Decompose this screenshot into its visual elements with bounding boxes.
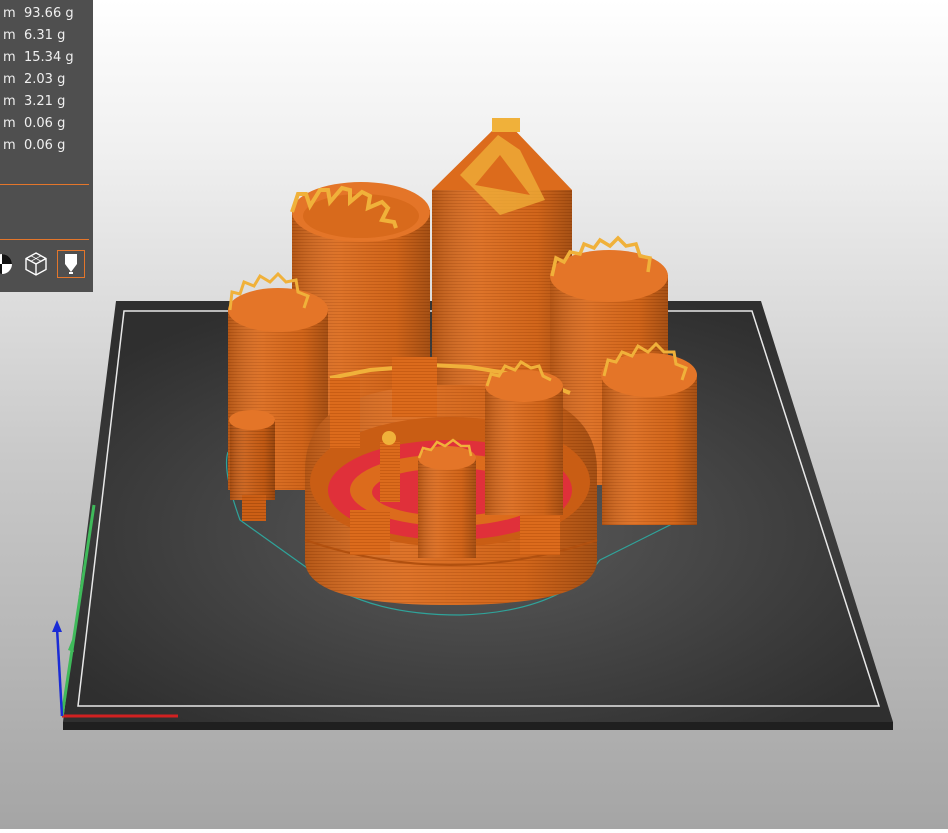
divider bbox=[0, 184, 89, 185]
divider bbox=[0, 239, 89, 240]
sliced-info-panel: m 93.66 g m 6.31 g m 15.34 g m 2.03 g m … bbox=[0, 0, 93, 292]
length-unit: m bbox=[3, 138, 16, 153]
length-unit: m bbox=[3, 72, 16, 87]
stats-row: m 6.31 g bbox=[0, 25, 93, 47]
length-unit: m bbox=[3, 28, 16, 43]
wireframe-cube-icon[interactable] bbox=[22, 250, 50, 278]
tower-inner-right bbox=[485, 360, 563, 515]
tower-far-right bbox=[601, 341, 697, 525]
half-circle-icon[interactable] bbox=[0, 250, 16, 278]
stats-row: m 93.66 g bbox=[0, 3, 93, 25]
stats-row: m 2.03 g bbox=[0, 69, 93, 91]
stats-row: m 0.06 g bbox=[0, 113, 93, 135]
3d-viewport[interactable] bbox=[0, 0, 948, 829]
length-unit: m bbox=[3, 50, 16, 65]
length-unit: m bbox=[3, 6, 16, 21]
weight-value: 0.06 g bbox=[24, 116, 66, 131]
stats-row: m 3.21 g bbox=[0, 91, 93, 113]
stats-row: m 0.06 g bbox=[0, 135, 93, 157]
stats-row: m 15.34 g bbox=[0, 47, 93, 69]
weight-value: 3.21 g bbox=[24, 94, 66, 109]
weight-value: 15.34 g bbox=[24, 50, 74, 65]
weight-value: 6.31 g bbox=[24, 28, 66, 43]
z-axis bbox=[55, 627, 64, 717]
weight-value: 93.66 g bbox=[24, 6, 74, 21]
length-unit: m bbox=[3, 116, 16, 131]
length-unit: m bbox=[3, 94, 16, 109]
tower-inner-small bbox=[417, 438, 476, 558]
weight-value: 0.06 g bbox=[24, 138, 66, 153]
scene-svg bbox=[52, 118, 893, 730]
weight-value: 2.03 g bbox=[24, 72, 66, 87]
nozzle-icon[interactable] bbox=[57, 250, 85, 278]
